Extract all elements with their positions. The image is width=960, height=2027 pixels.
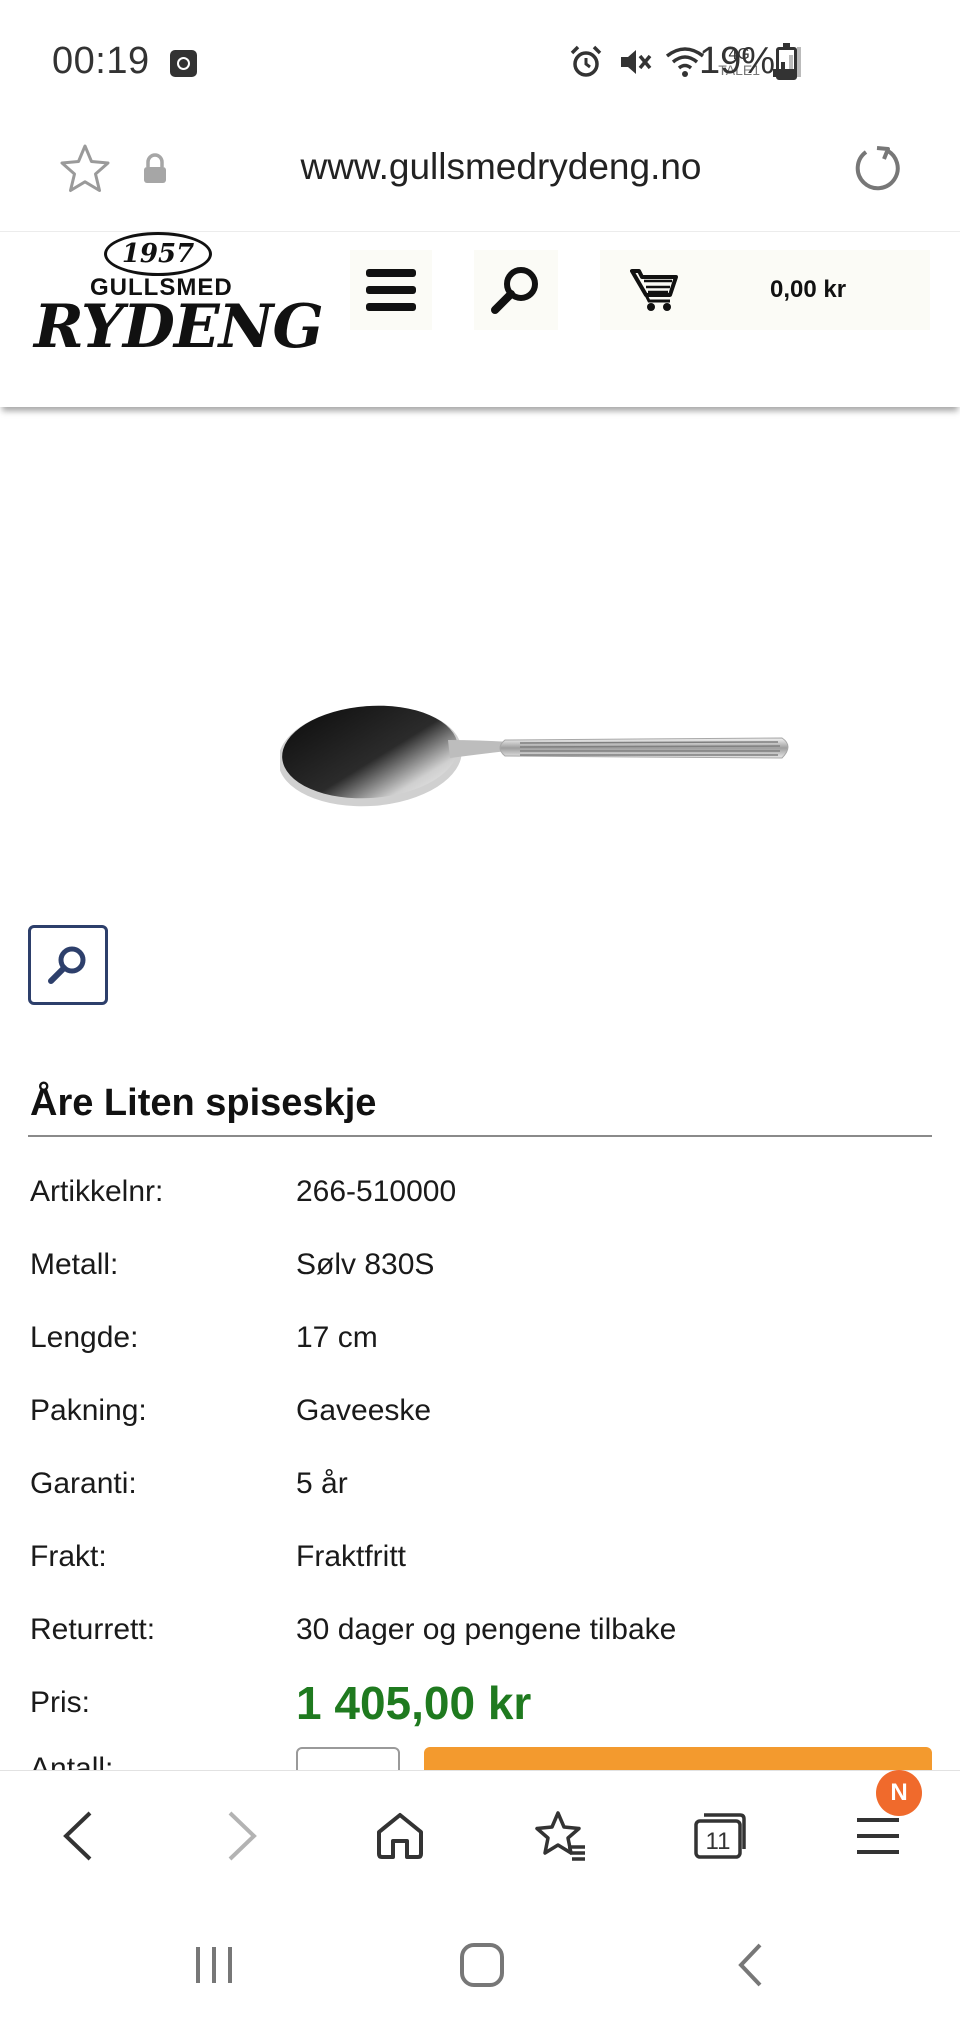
spec-value: 17 cm [296,1321,378,1354]
spec-label: Garanti: [30,1467,137,1500]
logo-line2: RYDENG [34,292,324,362]
forward-arrow-icon [228,1811,257,1861]
browser-tabs-button[interactable]: 11 [690,1806,750,1866]
spec-label: Artikkelnr: [30,1175,164,1208]
cart-total: 0,00 kr [770,276,847,303]
clock-app-icon [170,50,197,77]
spec-value: Fraktfritt [296,1540,406,1573]
browser-back-button[interactable] [48,1806,108,1866]
spec-value: Gaveeske [296,1394,432,1427]
zoom-image-button[interactable] [28,925,108,1005]
price-value: 1 405,00 kr [296,1677,532,1729]
browser-bookmarks-button[interactable] [530,1806,590,1866]
url-text[interactable]: www.gullsmedrydeng.no [0,146,960,188]
menu-button[interactable] [350,250,432,330]
hamburger-icon [366,269,416,311]
status-time: 00:19 [52,40,150,82]
tabs-icon: 11 [694,1813,746,1859]
system-back-button[interactable] [720,1935,780,1995]
home-square-icon [460,1943,504,1987]
cart-icon [630,269,678,311]
spec-label: Metall: [30,1248,119,1281]
spec-label: Frakt: [30,1540,107,1573]
cart-button[interactable]: 0,00 kr [600,250,930,330]
spec-label: Pakning: [30,1394,147,1427]
system-home-button[interactable] [452,1935,512,1995]
browser-toolbar [0,1770,960,1900]
bookmarks-star-icon [535,1811,585,1861]
logo-year: 1957 [104,232,212,276]
battery-percent: 19% [699,40,776,82]
system-back-icon [738,1943,762,1987]
title-divider [28,1135,932,1137]
spec-value: 266-510000 [296,1175,457,1208]
notification-badge: N [876,1770,922,1816]
search-button[interactable] [474,250,558,330]
alarm-icon [570,45,602,77]
search-icon [491,267,538,314]
site-logo[interactable]: 1957 GULLSMED RYDENG [34,232,324,362]
back-arrow-icon [63,1811,92,1861]
product-image[interactable] [280,680,800,820]
magnifier-icon [48,946,86,984]
browser-home-button[interactable] [370,1806,430,1866]
spec-label: Lengde: [30,1321,139,1354]
mute-icon [621,50,652,74]
spec-value: 5 år [296,1467,348,1500]
recent-apps-button[interactable] [184,1935,244,1995]
menu-lines-icon [857,1818,899,1854]
recent-apps-icon [196,1947,232,1983]
spec-value: 30 dager og pengene tilbake [296,1613,677,1646]
price-label: Pris: [30,1686,90,1719]
product-title: Åre Liten spiseskje [30,1082,377,1124]
tabs-count: 11 [706,1828,731,1855]
browser-forward-button[interactable] [212,1806,272,1866]
spec-value: Sølv 830S [296,1248,435,1281]
battery-icon [776,43,797,80]
spec-label: Returrett: [30,1613,156,1646]
home-icon [377,1813,423,1859]
reload-icon[interactable] [848,142,902,201]
